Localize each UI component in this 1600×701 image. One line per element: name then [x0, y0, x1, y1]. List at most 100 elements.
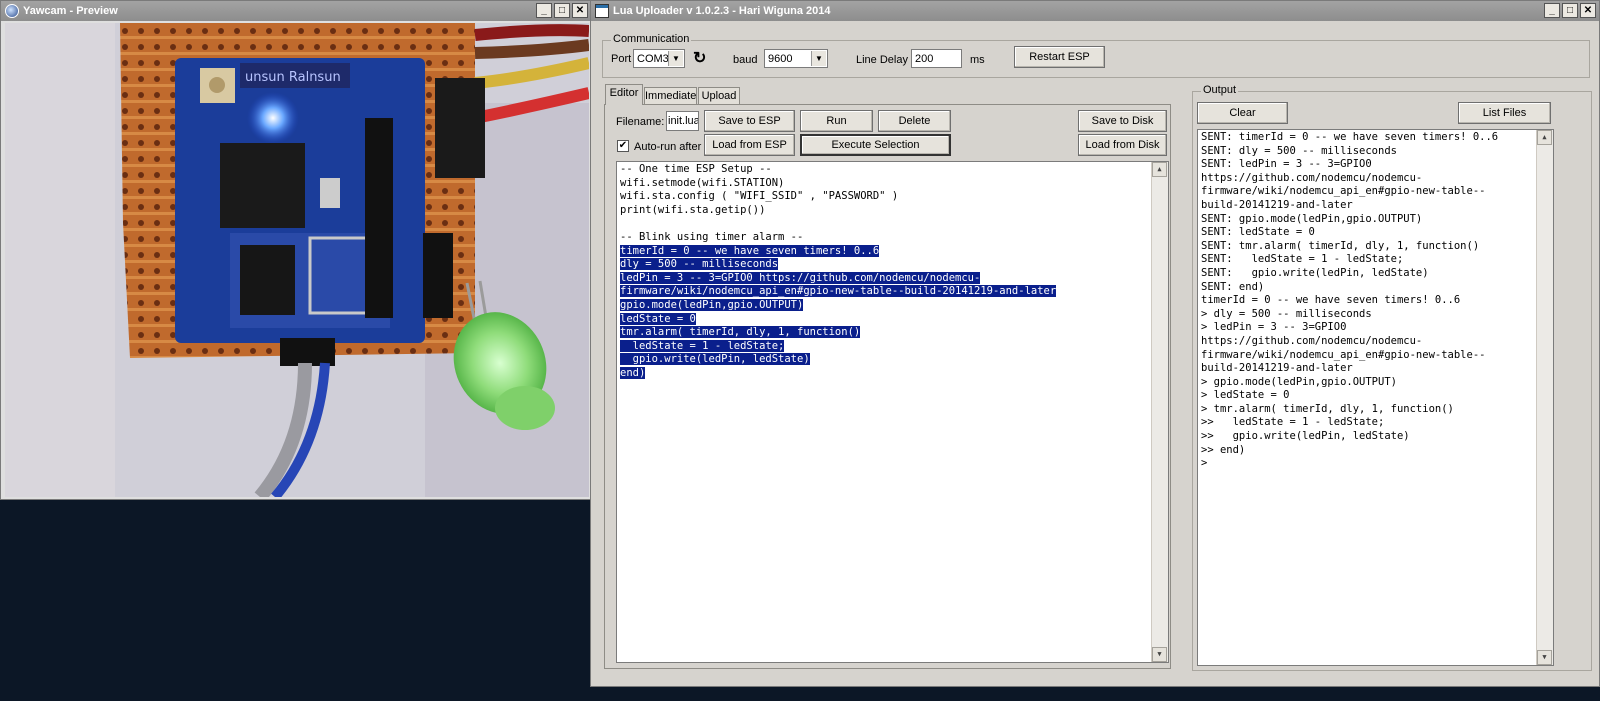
maximize-button[interactable]: □: [1562, 3, 1578, 18]
output-line: firmware/wiki/nodemcu_api_en#gpio-new-ta…: [1201, 348, 1486, 361]
output-line: > ledPin = 3 -- 3=GPIO0: [1201, 321, 1347, 334]
yawcam-title: Yawcam - Preview: [23, 5, 118, 17]
lua-title: Lua Uploader v 1.0.2.3 - Hari Wiguna 201…: [613, 5, 831, 17]
output-line: >: [1201, 457, 1208, 470]
output-line: SENT: dly = 500 -- milliseconds: [1201, 144, 1397, 157]
delete-button[interactable]: Delete: [878, 110, 951, 132]
output-line: build-20141219-and-later: [1201, 198, 1353, 211]
scroll-down-icon[interactable]: ▼: [1537, 650, 1552, 665]
port-label: Port: [611, 53, 632, 65]
refresh-ports-icon[interactable]: ↻: [693, 48, 706, 68]
code-line-text: ledPin = 3 -- 3=GPIO0 https://github.com…: [620, 271, 981, 284]
code-line-text: ledState = 1 - ledState;: [620, 339, 785, 352]
tab-immediate[interactable]: Immediate: [644, 87, 697, 105]
output-line: SENT: tmr.alarm( timerId, dly, 1, functi…: [1201, 239, 1480, 252]
communication-label: Communication: [611, 33, 692, 45]
port-select[interactable]: COM34 ▼: [633, 49, 685, 68]
baud-label: baud: [733, 54, 758, 66]
output-line: > ledState = 0: [1201, 389, 1290, 402]
minimize-button[interactable]: _: [1544, 3, 1560, 18]
code-line-text: timerId = 0 -- we have seven timers! 0..…: [620, 244, 880, 257]
webcam-photo: unsun Ralnsun: [5, 23, 589, 497]
code-line: print(wifi.sta.getip()): [620, 204, 1168, 218]
scroll-up-icon[interactable]: ▲: [1152, 162, 1167, 177]
yawcam-window: Yawcam - Preview _ □ ✕ unsun Ralnsun: [0, 0, 592, 500]
tab-editor[interactable]: Editor: [605, 84, 643, 105]
code-line-text: end): [620, 366, 646, 379]
code-lines: -- One time ESP Setup -- wifi.setmode(wif…: [620, 163, 1168, 381]
code-line: tmr.alarm( timerId, dly, 1, function(): [620, 326, 1168, 340]
line-delay-unit: ms: [970, 54, 985, 66]
lua-titlebar[interactable]: Lua Uploader v 1.0.2.3 - Hari Wiguna 201…: [591, 1, 1599, 21]
line-delay-label: Line Delay: [856, 54, 908, 66]
save-to-esp-button[interactable]: Save to ESP: [704, 110, 795, 132]
lua-uploader-window: Lua Uploader v 1.0.2.3 - Hari Wiguna 201…: [590, 0, 1600, 687]
chevron-down-icon[interactable]: ▼: [811, 51, 826, 66]
baud-value: 9600: [768, 53, 793, 65]
filename-value: init.lua: [668, 115, 699, 127]
output-line: SENT: ledState = 1 - ledState;: [1201, 253, 1404, 266]
list-files-button[interactable]: List Files: [1458, 102, 1551, 124]
code-line-text: tmr.alarm( timerId, dly, 1, function(): [620, 326, 861, 339]
maximize-button[interactable]: □: [554, 3, 570, 18]
yawcam-titlebar[interactable]: Yawcam - Preview _ □ ✕: [1, 1, 591, 21]
yawcam-app-icon: [5, 4, 19, 18]
output-line: https://github.com/nodemcu/nodemcu-: [1201, 171, 1423, 184]
load-from-disk-button[interactable]: Load from Disk: [1078, 134, 1167, 156]
filename-input[interactable]: init.lua: [666, 111, 699, 131]
blue-led-glow: [247, 92, 299, 144]
run-button[interactable]: Run: [800, 110, 873, 132]
output-line: SENT: end): [1201, 280, 1265, 293]
editor-scrollbar[interactable]: ▲ ▼: [1151, 162, 1168, 662]
code-line-text: -- Blink using timer alarm --: [620, 230, 804, 243]
code-line: -- One time ESP Setup --: [620, 163, 1168, 177]
close-button[interactable]: ✕: [572, 3, 588, 18]
code-line-text: ledState = 0: [620, 312, 696, 325]
output-line: >> end): [1201, 443, 1246, 456]
esp-chip: [220, 143, 305, 228]
app-window-icon: [595, 4, 609, 18]
load-from-esp-button[interactable]: Load from ESP: [704, 134, 795, 156]
line-delay-input[interactable]: 200: [911, 49, 962, 68]
output-line: > dly = 500 -- milliseconds: [1201, 307, 1372, 320]
output-line: https://github.com/nodemcu/nodemcu-: [1201, 334, 1423, 347]
code-line: gpio.mode(ledPin,gpio.OUTPUT): [620, 298, 1168, 313]
output-label: Output: [1201, 84, 1239, 96]
scroll-down-icon[interactable]: ▼: [1152, 647, 1167, 662]
output-line: build-20141219-and-later: [1201, 362, 1353, 375]
output-line: SENT: ledState = 0: [1201, 226, 1315, 239]
output-line: firmware/wiki/nodemcu_api_en#gpio-new-ta…: [1201, 185, 1486, 198]
baud-select[interactable]: 9600 ▼: [764, 49, 828, 68]
scroll-up-icon[interactable]: ▲: [1537, 130, 1552, 145]
code-line-text: wifi.setmode(wifi.STATION): [620, 176, 785, 189]
save-to-disk-button[interactable]: Save to Disk: [1078, 110, 1167, 132]
clear-button[interactable]: Clear: [1197, 102, 1288, 124]
output-scrollbar[interactable]: ▲ ▼: [1536, 130, 1553, 665]
code-line-text: gpio.write(ledPin, ledState): [620, 353, 810, 366]
code-line: ledState = 0: [620, 312, 1168, 327]
restart-esp-button[interactable]: Restart ESP: [1014, 46, 1105, 68]
code-line-text: wifi.sta.config ( "WIFI_SSID" , "PASSWOR…: [620, 190, 899, 203]
code-line: timerId = 0 -- we have seven timers! 0..…: [620, 244, 1168, 259]
code-line: ledState = 1 - ledState;: [620, 339, 1168, 354]
code-line: firmware/wiki/nodemcu_api_en#gpio-new-ta…: [620, 285, 1168, 299]
output-console[interactable]: SENT: timerId = 0 -- we have seven timer…: [1197, 129, 1554, 666]
code-line: wifi.setmode(wifi.STATION): [620, 177, 1168, 191]
execute-selection-button[interactable]: Execute Selection: [800, 134, 951, 156]
output-line: timerId = 0 -- we have seven timers! 0..…: [1201, 294, 1461, 307]
minimize-button[interactable]: _: [536, 3, 552, 18]
tab-upload[interactable]: Upload: [698, 87, 740, 105]
code-line: end): [620, 366, 1168, 381]
output-line: > tmr.alarm( timerId, dly, 1, function(): [1201, 402, 1454, 415]
output-line: SENT: timerId = 0 -- we have seven timer…: [1201, 131, 1499, 143]
chevron-down-icon[interactable]: ▼: [668, 51, 683, 66]
output-lines: SENT: timerId = 0 -- we have seven timer…: [1201, 131, 1553, 471]
code-line: ledPin = 3 -- 3=GPIO0 https://github.com…: [620, 271, 1168, 286]
code-line-text: -- One time ESP Setup --: [620, 163, 772, 175]
flash-chip: [240, 245, 295, 315]
autorun-checkbox[interactable]: ✔: [617, 140, 629, 152]
code-editor[interactable]: -- One time ESP Setup -- wifi.setmode(wif…: [616, 161, 1169, 663]
close-button[interactable]: ✕: [1580, 3, 1596, 18]
filename-label: Filename:: [616, 116, 665, 128]
output-line: > gpio.mode(ledPin,gpio.OUTPUT): [1201, 375, 1397, 388]
